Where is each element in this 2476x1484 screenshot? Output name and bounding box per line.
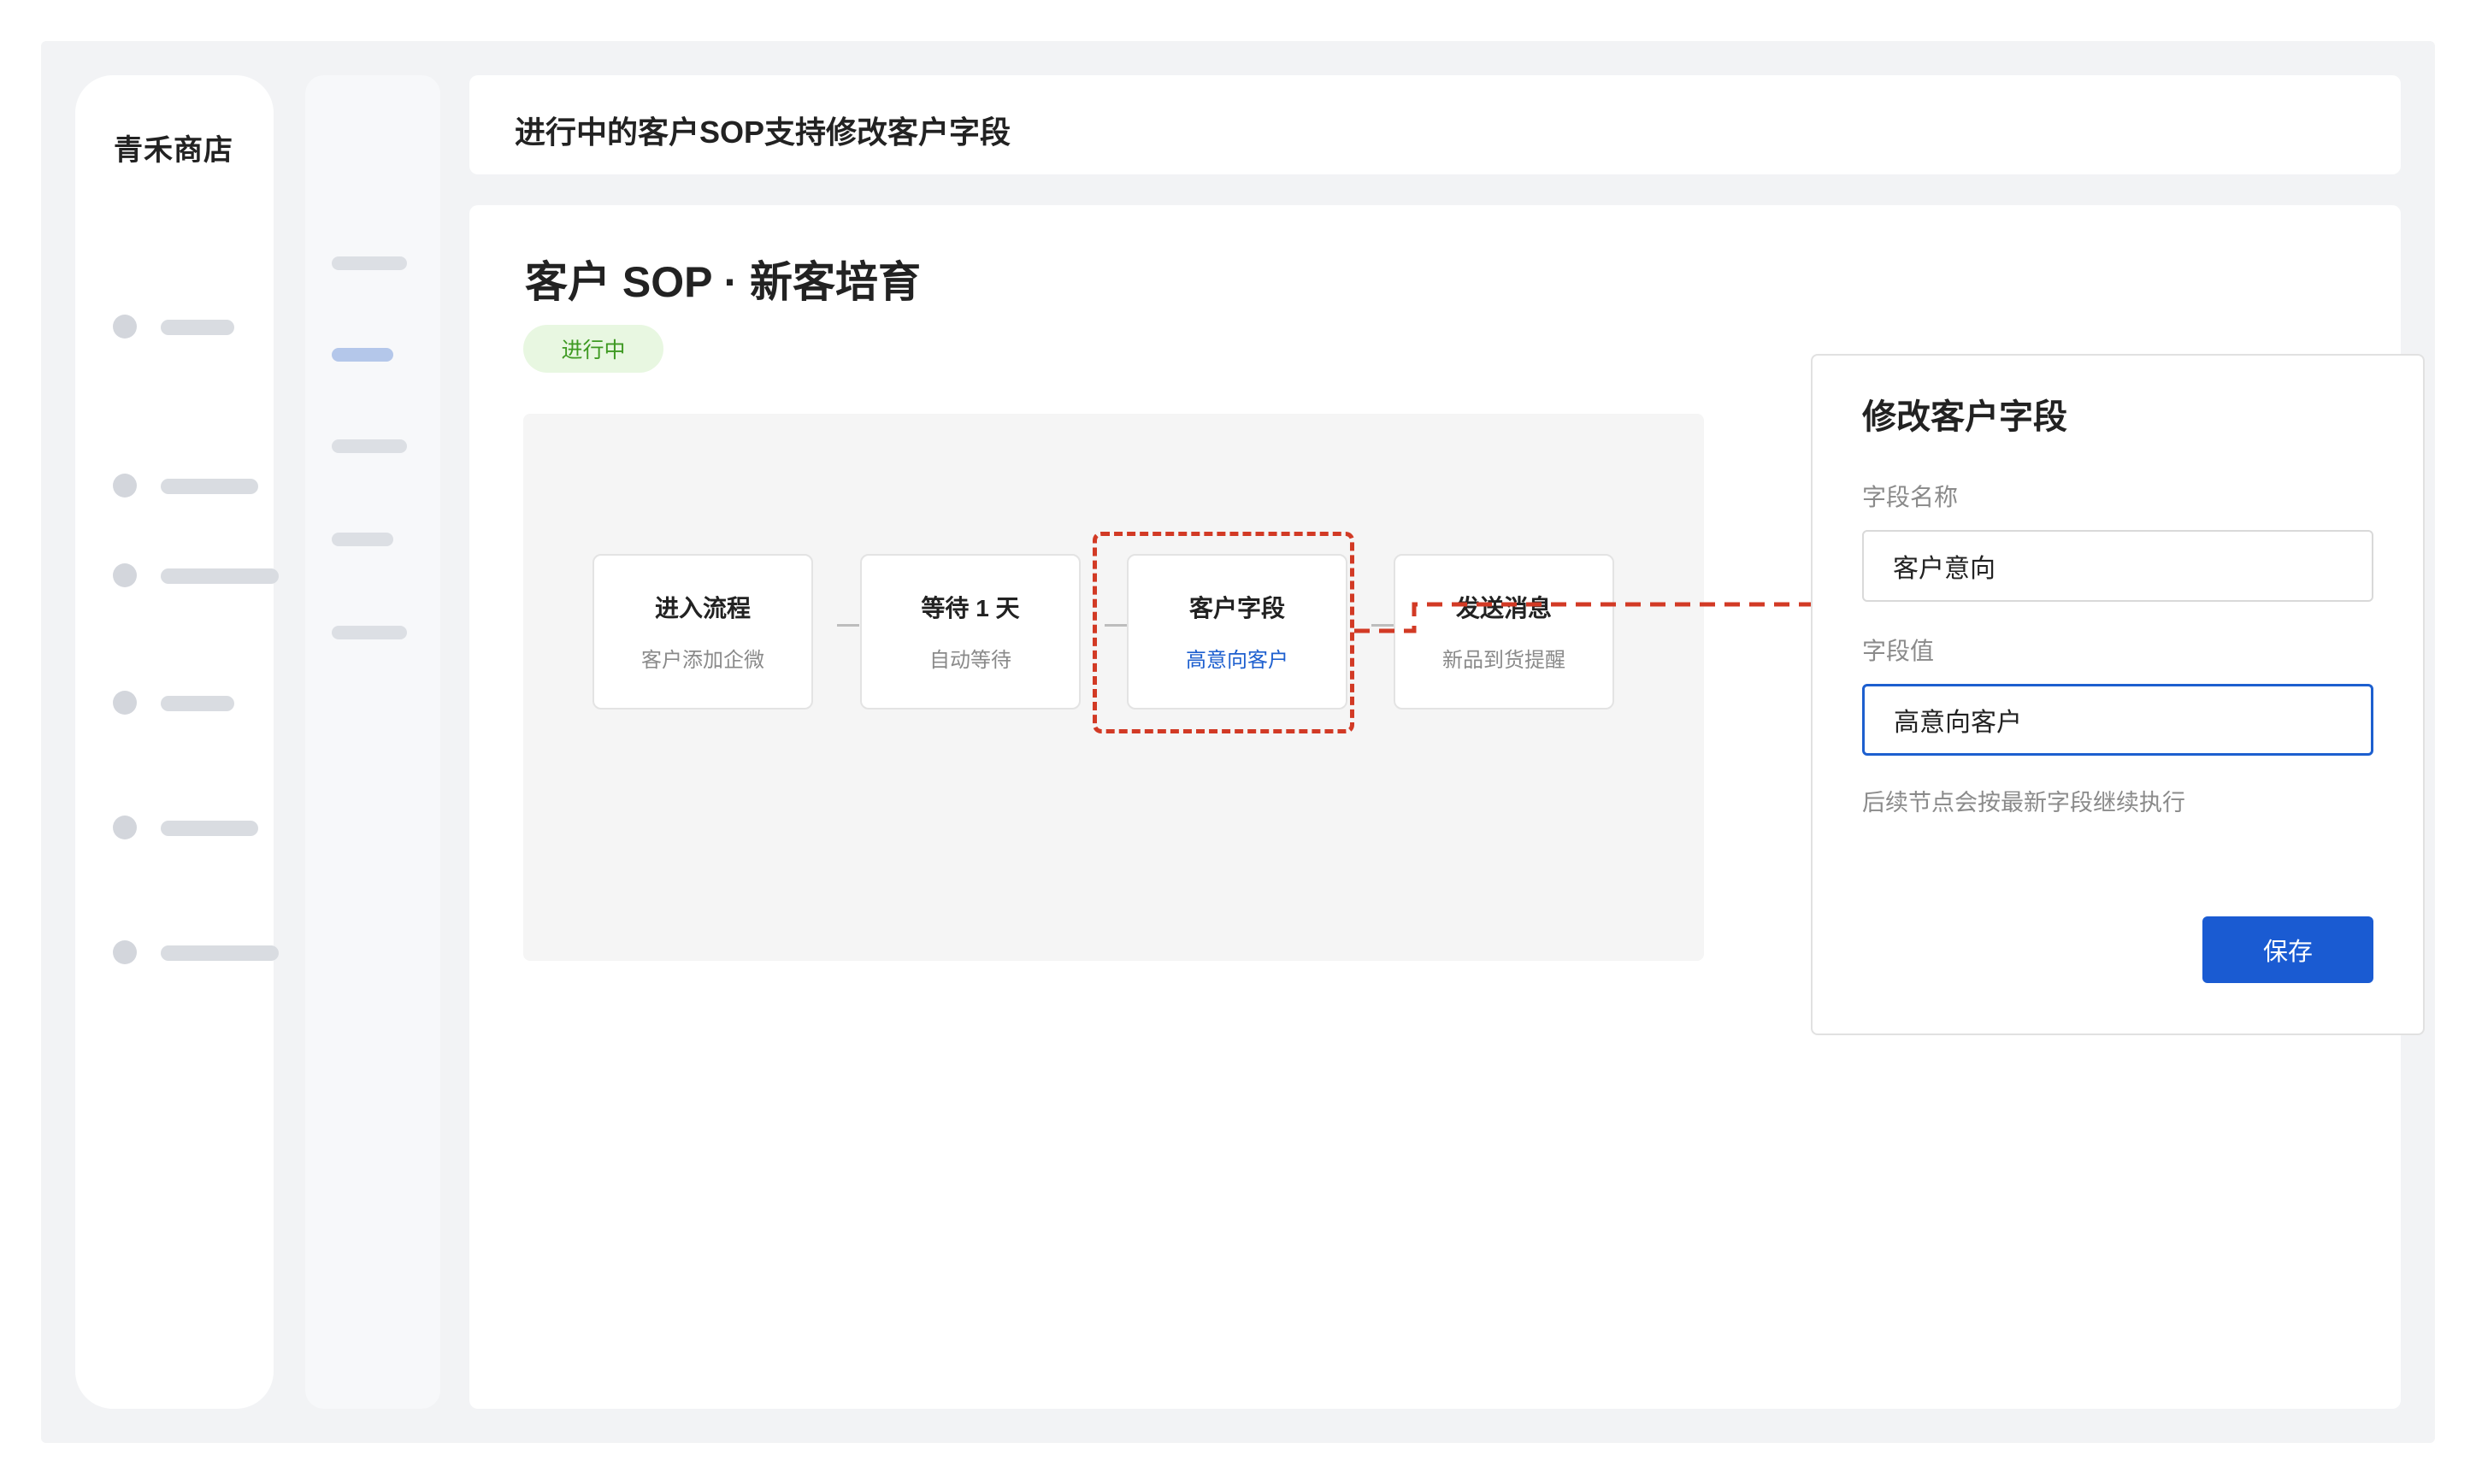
sidebar-item-5-label[interactable] — [161, 821, 258, 836]
primary-sidebar — [75, 75, 274, 1409]
subnav-item-1[interactable] — [332, 256, 407, 270]
sidebar-item-5-icon[interactable] — [113, 816, 137, 839]
sidebar-item-2-label[interactable] — [161, 479, 258, 494]
sidebar-item-1-label[interactable] — [161, 320, 234, 335]
secondary-sidebar — [305, 75, 440, 1409]
page-title: 客户 SOP · 新客培育 — [525, 258, 922, 306]
sidebar-item-3-icon[interactable] — [113, 563, 137, 587]
subnav-item-5[interactable] — [332, 626, 407, 639]
subnav-item-2-active[interactable] — [332, 348, 393, 362]
sidebar-item-4-icon[interactable] — [113, 691, 137, 715]
flow-node-enter[interactable]: 进入流程 客户添加企微 — [592, 554, 813, 710]
subnav-item-4[interactable] — [332, 533, 393, 546]
sidebar-item-2-icon[interactable] — [113, 474, 137, 498]
selected-node-highlight — [1093, 532, 1354, 733]
flow-node-title: 进入流程 — [654, 595, 751, 621]
subnav-item-3[interactable] — [332, 439, 407, 453]
sidebar-item-4-label[interactable] — [161, 696, 234, 711]
sidebar-item-3-label[interactable] — [161, 568, 279, 584]
flow-node-title: 等待 1 天 — [921, 595, 1020, 621]
field-value-label: 字段值 — [1862, 638, 1935, 664]
flow-node-subtitle: 新品到货提醒 — [1442, 649, 1565, 672]
field-name-input[interactable] — [1862, 530, 2373, 602]
flow-connector — [1371, 624, 1394, 627]
flow-node-wait[interactable]: 等待 1 天 自动等待 — [860, 554, 1081, 710]
field-name-label: 字段名称 — [1862, 484, 1959, 510]
field-value-input[interactable] — [1862, 684, 2373, 756]
sidebar-item-6-icon[interactable] — [113, 940, 137, 964]
brand-name: 青禾商店 — [114, 134, 233, 167]
sidebar-item-6-label[interactable] — [161, 945, 279, 961]
header-title: 进行中的客户SOP支持修改客户字段 — [515, 115, 1011, 150]
flow-node-send-message[interactable]: 发送消息 新品到货提醒 — [1394, 554, 1614, 710]
save-button[interactable]: 保存 — [2202, 916, 2373, 983]
flow-node-subtitle: 自动等待 — [929, 649, 1011, 672]
sidebar-item-1-icon[interactable] — [113, 315, 137, 339]
flow-node-subtitle: 客户添加企微 — [641, 649, 764, 672]
panel-title: 修改客户字段 — [1862, 398, 2067, 436]
status-badge: 进行中 — [523, 325, 663, 373]
flow-connector — [837, 624, 859, 627]
panel-hint: 后续节点会按最新字段继续执行 — [1862, 790, 2185, 816]
flow-node-title: 发送消息 — [1455, 595, 1552, 621]
